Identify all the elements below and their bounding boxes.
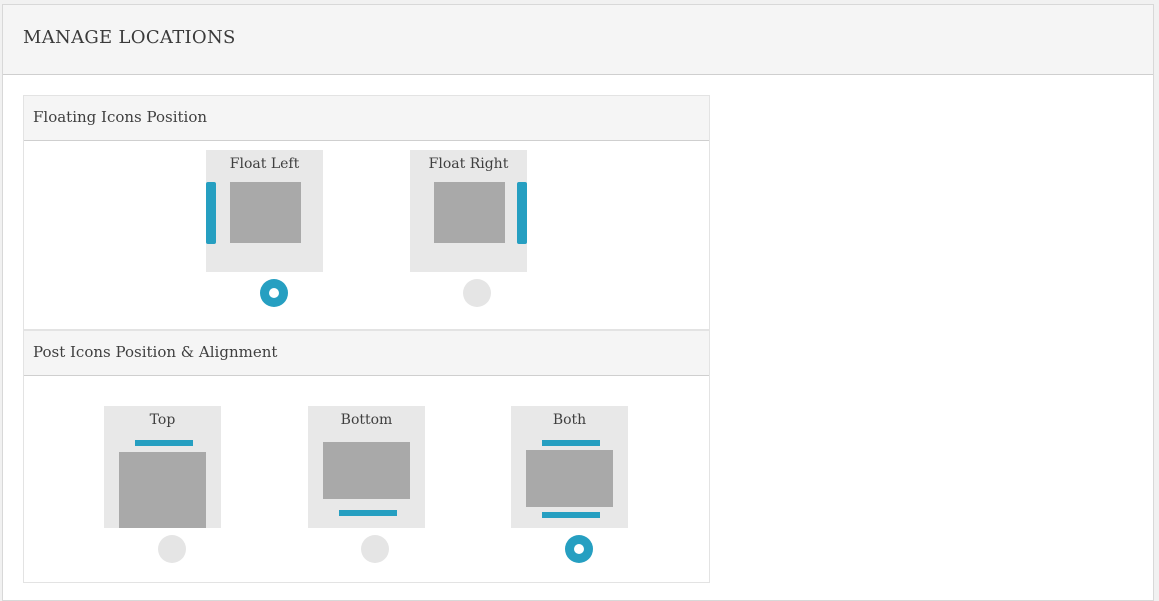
bottom-label: Bottom [340,412,393,428]
panel-header: MANAGE LOCATIONS [3,5,1153,75]
float-right-card[interactable]: Float Right [410,150,527,272]
top-radio[interactable] [158,535,186,563]
float-left-card[interactable]: Float Left [206,150,323,272]
float-right-radio[interactable] [463,279,491,307]
floating-icons-section: Floating Icons Position Float Left Float… [23,95,710,330]
top-card[interactable]: Top [104,406,221,528]
both-card[interactable]: Both [511,406,628,528]
post-icons-section: Post Icons Position & Alignment Top Bott… [23,330,710,583]
manage-locations-panel: MANAGE LOCATIONS Floating Icons Position… [2,4,1154,601]
share-bar-right-preview [517,182,527,244]
content-placeholder [526,450,613,507]
bottom-radio[interactable] [361,535,389,563]
share-bar-left-preview [206,182,216,244]
float-left-label: Float Left [229,156,300,172]
floating-icons-heading: Floating Icons Position [24,96,709,141]
share-bar-bottom-preview [542,512,600,518]
both-radio[interactable] [565,535,593,563]
share-bar-top-preview [135,440,193,446]
share-bar-top-preview [542,440,600,446]
top-label: Top [149,412,176,428]
both-label: Both [552,412,587,428]
content-placeholder [230,182,301,243]
content-placeholder [119,452,206,528]
share-bar-bottom-preview [339,510,397,516]
float-right-label: Float Right [428,156,509,172]
content-placeholder [434,182,505,243]
float-left-radio[interactable] [260,279,288,307]
page-title: MANAGE LOCATIONS [23,27,236,48]
bottom-card[interactable]: Bottom [308,406,425,528]
content-placeholder [323,442,410,499]
post-icons-heading: Post Icons Position & Alignment [24,331,709,376]
